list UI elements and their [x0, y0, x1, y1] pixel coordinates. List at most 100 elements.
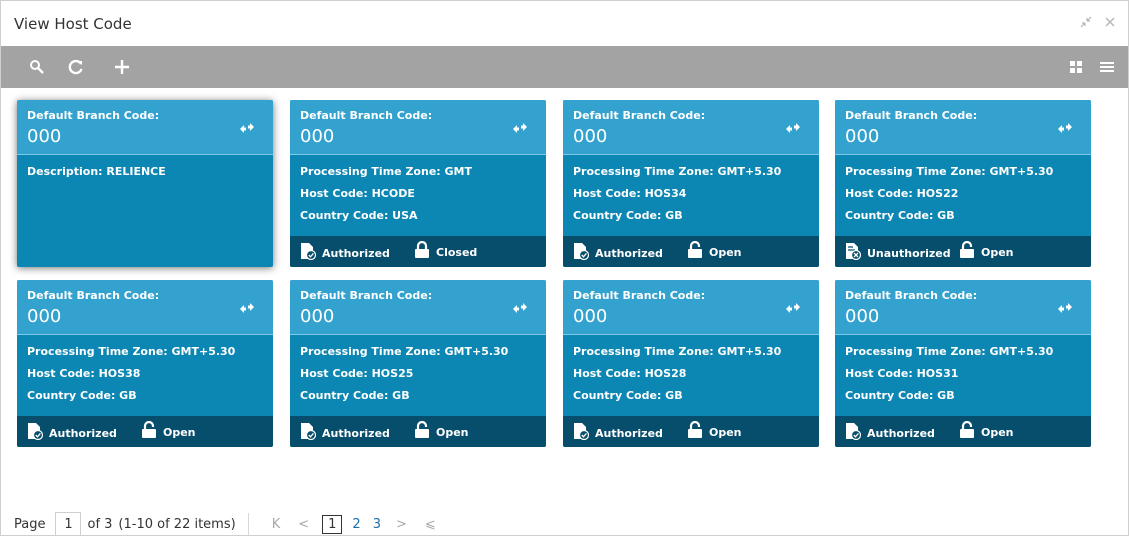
card-header: Default Branch Code: 000	[17, 280, 273, 335]
view-host-code-window: View Host Code Default Branch Code: 000 De…	[0, 0, 1129, 536]
card-header: Default Branch Code: 000	[563, 280, 819, 335]
card-footer: Unauthorized Open	[835, 236, 1091, 267]
authorized-icon	[300, 422, 317, 444]
page-number-input[interactable]	[55, 512, 82, 536]
host-code-card[interactable]: Default Branch Code: 000 Processing Time Z…	[17, 280, 273, 447]
lock-open-icon	[414, 420, 430, 443]
card-footer: Authorized Open	[835, 416, 1091, 447]
card-body: Processing Time Zone: GMT+5.30 Host Code:…	[300, 345, 508, 411]
card-footer: Authorized Open	[563, 416, 819, 447]
card-detail-line: Host Code: HOS25	[300, 367, 414, 380]
host-code-card[interactable]: Default Branch Code: 000 Processing Time Z…	[563, 100, 819, 267]
record-status: Open	[687, 420, 742, 443]
card-body: Processing Time Zone: GMT+5.30 Host Code:…	[845, 165, 1053, 231]
card-body: Processing Time Zone: GMT+5.30 Host Code:…	[845, 345, 1053, 411]
page-count: of 3	[87, 516, 113, 532]
host-code-card[interactable]: Default Branch Code: 000 Processing Time Z…	[290, 280, 546, 447]
card-footer: Authorized Open	[563, 236, 819, 267]
record-status-label: Open	[709, 425, 742, 439]
window-title: View Host Code	[14, 15, 132, 33]
lock-open-icon	[959, 240, 975, 263]
authorization-status-label: Authorized	[595, 426, 663, 440]
card-label: Default Branch Code:	[300, 289, 433, 302]
close-icon[interactable]	[1099, 11, 1121, 33]
authorization-status: Authorized	[300, 422, 390, 444]
card-branch-code: 000	[845, 126, 880, 147]
lock-open-icon	[687, 420, 703, 443]
card-label: Default Branch Code:	[845, 109, 978, 122]
card-detail-line: Host Code: HCODE	[300, 187, 415, 200]
authorization-status-label: Unauthorized	[867, 246, 951, 260]
card-detail-line: Processing Time Zone: GMT	[300, 165, 472, 178]
card-footer: Authorized Open	[17, 416, 273, 447]
card-label: Default Branch Code:	[27, 109, 160, 122]
lock-closed-icon	[414, 240, 430, 263]
authorization-status-label: Authorized	[322, 426, 390, 440]
page-2-button[interactable]: 2	[352, 517, 360, 532]
card-header: Default Branch Code: 000	[563, 100, 819, 155]
card-body: Processing Time Zone: GMT+5.30 Host Code:…	[573, 345, 781, 411]
list-view-icon[interactable]	[1094, 54, 1120, 80]
page-label: Page	[14, 516, 46, 532]
card-detail-line: Country Code: USA	[300, 209, 418, 222]
record-status: Open	[141, 420, 196, 443]
card-detail-line: Host Code: HOS28	[573, 367, 687, 380]
record-status-label: Closed	[436, 245, 478, 259]
card-detail-line: Country Code: GB	[845, 389, 955, 402]
card-detail-line: Country Code: GB	[573, 389, 683, 402]
grid-view-icon[interactable]	[1063, 54, 1089, 80]
record-status: Open	[687, 240, 742, 263]
authorization-status-label: Authorized	[49, 426, 117, 440]
card-header: Default Branch Code: 000	[290, 280, 546, 335]
card-branch-code: 000	[27, 306, 62, 327]
card-detail-line: Processing Time Zone: GMT+5.30	[573, 165, 782, 178]
authorization-status: Authorized	[300, 242, 390, 264]
card-body: Processing Time Zone: GMT+5.30 Host Code:…	[573, 165, 781, 231]
record-status-label: Open	[163, 425, 196, 439]
lock-open-icon	[141, 420, 157, 443]
card-detail-line: Host Code: HOS38	[27, 367, 141, 380]
prev-page-button[interactable]: <	[298, 517, 309, 532]
refresh-icon[interactable]	[63, 54, 89, 80]
authorized-icon	[27, 422, 44, 444]
next-page-button[interactable]: >	[396, 517, 407, 532]
card-label: Default Branch Code:	[845, 289, 978, 302]
page-1-button[interactable]: 1	[322, 514, 343, 534]
card-header: Default Branch Code: 000	[290, 100, 546, 155]
minimize-icon[interactable]	[1075, 11, 1097, 33]
card-branch-code: 000	[845, 306, 880, 327]
card-detail-line: Processing Time Zone: GMT+5.30	[27, 345, 236, 358]
card-label: Default Branch Code:	[573, 109, 706, 122]
authorization-status-label: Authorized	[595, 246, 663, 260]
card-branch-code: 000	[573, 126, 608, 147]
card-detail-line: Host Code: HOS31	[845, 367, 959, 380]
card-detail-line: Country Code: GB	[573, 209, 683, 222]
host-code-card[interactable]: Default Branch Code: 000 Description: RELI…	[17, 100, 273, 267]
last-page-button[interactable]: ⩽	[425, 517, 436, 532]
host-code-card[interactable]: Default Branch Code: 000 Processing Time Z…	[835, 100, 1091, 267]
first-page-button[interactable]: K	[272, 517, 281, 532]
window-titlebar: View Host Code	[1, 1, 1128, 46]
authorization-status-label: Authorized	[867, 426, 935, 440]
host-code-card[interactable]: Default Branch Code: 000 Processing Time Z…	[290, 100, 546, 267]
record-status-label: Open	[981, 245, 1014, 259]
card-detail-line: Processing Time Zone: GMT+5.30	[845, 165, 1054, 178]
toolbar	[1, 46, 1128, 88]
page-3-button[interactable]: 3	[373, 517, 381, 532]
search-icon[interactable]	[24, 54, 50, 80]
card-detail-line: Country Code: GB	[300, 389, 410, 402]
card-branch-code: 000	[573, 306, 608, 327]
record-status-label: Open	[981, 425, 1014, 439]
authorized-icon	[573, 242, 590, 264]
card-detail-line: Host Code: HOS22	[845, 187, 959, 200]
pager-divider	[247, 513, 249, 535]
host-code-card[interactable]: Default Branch Code: 000 Processing Time Z…	[563, 280, 819, 447]
host-code-card[interactable]: Default Branch Code: 000 Processing Time Z…	[835, 280, 1091, 447]
plus-icon[interactable]	[109, 54, 135, 80]
authorization-status: Authorized	[27, 422, 117, 444]
card-header: Default Branch Code: 000	[835, 280, 1091, 335]
card-footer: Authorized Open	[290, 416, 546, 447]
authorized-icon	[845, 422, 862, 444]
record-status: Open	[414, 420, 469, 443]
authorization-status: Authorized	[573, 242, 663, 264]
